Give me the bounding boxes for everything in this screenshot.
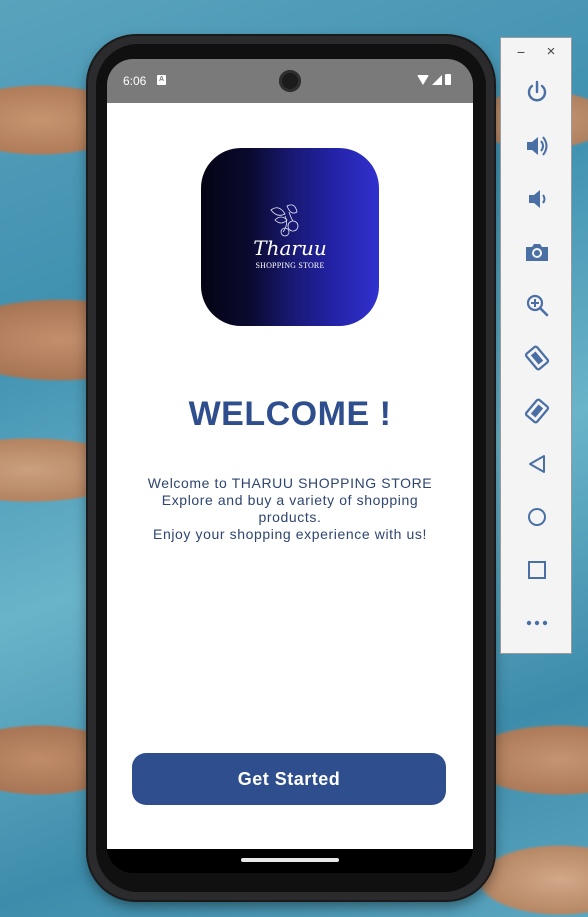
back-icon[interactable] <box>523 450 551 478</box>
zoom-icon[interactable] <box>523 291 551 319</box>
volume-up-icon[interactable] <box>523 132 551 160</box>
intro-line: Explore and buy a variety of shopping <box>161 492 419 508</box>
intro-line: products. <box>258 509 322 525</box>
app-logo: Tharuu SHOPPING STORE <box>201 148 379 326</box>
signal-icon <box>432 74 442 85</box>
intro-text: Welcome to THARUU SHOPPING STORE Explore… <box>127 475 453 543</box>
volume-down-icon[interactable] <box>523 185 551 213</box>
intro-line: Welcome to THARUU SHOPPING STORE <box>147 475 433 491</box>
flower-icon <box>270 204 299 237</box>
more-icon[interactable] <box>523 609 551 637</box>
front-camera <box>279 70 301 92</box>
battery-icon <box>445 74 451 85</box>
logo-subtitle: SHOPPING STORE <box>255 261 325 270</box>
intro-line: Enjoy your shopping experience with us! <box>153 526 427 542</box>
power-icon[interactable] <box>523 78 551 106</box>
app-content: Tharuu SHOPPING STORE WELCOME ! Welcome … <box>107 103 473 849</box>
camera-icon[interactable] <box>523 238 551 266</box>
welcome-title: WELCOME ! <box>188 395 392 433</box>
rotate-left-icon[interactable] <box>523 344 551 372</box>
get-started-button[interactable]: Get Started <box>132 753 446 805</box>
logo-name: Tharuu <box>253 236 327 260</box>
home-icon[interactable] <box>523 503 551 531</box>
home-indicator[interactable] <box>241 858 339 862</box>
rotate-right-icon[interactable] <box>523 397 551 425</box>
wifi-icon <box>417 74 429 85</box>
navigation-bar <box>107 849 473 873</box>
overview-icon[interactable] <box>523 556 551 584</box>
status-icons <box>417 74 451 85</box>
status-time: 6:06 <box>123 74 147 88</box>
notification-icon: A <box>157 75 166 85</box>
minimize-button[interactable]: − <box>513 44 529 60</box>
device-screen: 6:06 A Tharuu SHOPPING STORE WELCOME ! W… <box>107 59 473 873</box>
status-bar: 6:06 A <box>107 59 473 103</box>
close-button[interactable]: × <box>543 43 559 60</box>
emulator-toolbar: − × <box>500 37 572 654</box>
